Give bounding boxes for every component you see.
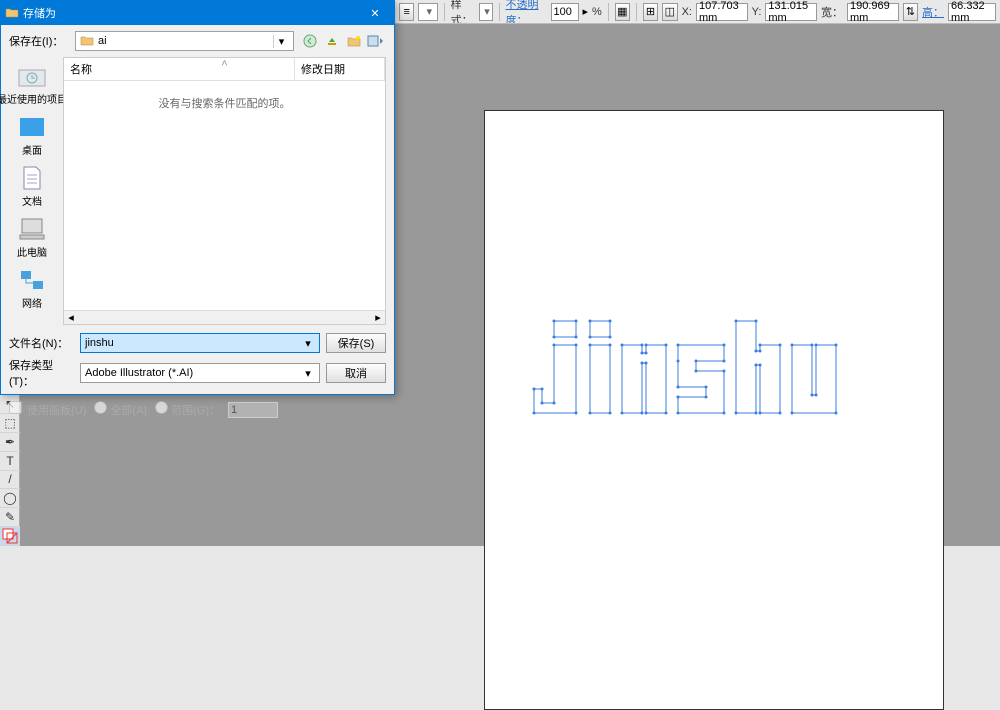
- savein-combo[interactable]: ai ▾: [75, 31, 294, 51]
- up-button[interactable]: [322, 31, 342, 51]
- opacity-stepper-icon[interactable]: ▸: [583, 5, 589, 18]
- opacity-input[interactable]: 100: [551, 3, 579, 21]
- style-label: 样式：: [451, 0, 476, 24]
- filename-label: 文件名(N)：: [9, 335, 74, 351]
- dialog-titlebar[interactable]: 存储为 ✕: [1, 1, 394, 25]
- vector-art-jinshu[interactable]: [520, 319, 920, 479]
- h-label: 高：: [922, 4, 944, 20]
- new-folder-button[interactable]: [344, 31, 364, 51]
- view-menu-button[interactable]: [366, 31, 386, 51]
- x-label: X:: [682, 6, 692, 18]
- folder-icon: [5, 6, 19, 21]
- use-artboard-check[interactable]: 使用画板(U): [9, 401, 86, 418]
- savein-row: 保存在(I)： ai ▾: [1, 25, 394, 57]
- tool-fill-swap[interactable]: [0, 527, 20, 546]
- empty-message: 没有与搜索条件匹配的项。: [64, 81, 385, 125]
- h-input[interactable]: 66.332 mm: [948, 3, 996, 21]
- column-name[interactable]: 名称: [64, 58, 295, 80]
- preset-select[interactable]: ▾: [418, 3, 437, 21]
- savein-value: ai: [98, 35, 273, 47]
- tool-type[interactable]: T: [0, 452, 20, 471]
- sort-indicator-icon: ˄: [221, 58, 227, 70]
- scroll-right-icon[interactable]: ▸: [371, 311, 385, 324]
- cancel-button[interactable]: 取消: [326, 363, 386, 383]
- property-bar: ≡ ▾ 样式： ▾ 不透明度： 100 ▸ % ▦ ⊞ ◫ X: 107.703…: [395, 0, 1000, 24]
- close-button[interactable]: ✕: [360, 1, 390, 25]
- range-radio: 范围(G)：: [155, 401, 220, 418]
- place-network[interactable]: 网络: [14, 265, 50, 312]
- place-recent[interactable]: 最近使用的项目: [0, 61, 69, 108]
- opacity-label: 不透明度：: [505, 0, 546, 24]
- scroll-left-icon[interactable]: ◂: [64, 311, 78, 324]
- transform-icon[interactable]: ⊞: [643, 3, 658, 21]
- chevron-down-icon[interactable]: ▾: [301, 337, 315, 350]
- x-input[interactable]: 107.703 mm: [696, 3, 748, 21]
- y-input[interactable]: 131.015 mm: [765, 3, 817, 21]
- chevron-down-icon[interactable]: ▾: [301, 367, 315, 380]
- w-input[interactable]: 190.969 mm: [847, 3, 899, 21]
- anchor-icon[interactable]: ◫: [662, 3, 677, 21]
- folder-icon: [80, 34, 94, 49]
- all-radio: 全部(A): [94, 401, 147, 418]
- w-label: 宽：: [821, 4, 843, 20]
- places-bar: 最近使用的项目 桌面 文档 此电脑 网络: [1, 57, 63, 325]
- file-list[interactable]: ˄ 名称 修改日期 没有与搜索条件匹配的项。 ◂ ▸: [63, 57, 386, 325]
- filename-input[interactable]: jinshu▾: [80, 333, 320, 353]
- style-select[interactable]: ▾: [479, 3, 493, 21]
- chevron-down-icon[interactable]: ▾: [273, 35, 289, 48]
- savein-label: 保存在(I)：: [9, 33, 69, 49]
- place-thispc[interactable]: 此电脑: [14, 214, 50, 261]
- column-date[interactable]: 修改日期: [295, 58, 385, 80]
- artboard-options: 使用画板(U) 全部(A) 范围(G)：: [1, 397, 394, 422]
- dialog-title: 存储为: [23, 5, 360, 21]
- filetype-select[interactable]: Adobe Illustrator (*.AI)▾: [80, 363, 320, 383]
- tool-shape[interactable]: ◯: [0, 489, 20, 508]
- tool-pen[interactable]: ✒: [0, 433, 20, 452]
- tool-brush[interactable]: ✎: [0, 508, 20, 527]
- place-desktop[interactable]: 桌面: [14, 112, 50, 159]
- save-as-dialog: 存储为 ✕ 保存在(I)： ai ▾ 最近使用的项目 桌面: [0, 0, 395, 395]
- range-input[interactable]: [228, 402, 278, 418]
- link-wh-icon[interactable]: ⇅: [903, 3, 918, 21]
- align-icon[interactable]: ▦: [615, 3, 630, 21]
- place-documents[interactable]: 文档: [14, 163, 50, 210]
- h-scrollbar[interactable]: ◂ ▸: [64, 310, 385, 324]
- doc-setup-icon[interactable]: ≡: [399, 3, 414, 21]
- filetype-label: 保存类型(T)：: [9, 357, 74, 389]
- save-button[interactable]: 保存(S): [326, 333, 386, 353]
- y-label: Y:: [752, 6, 762, 18]
- tool-line[interactable]: /: [0, 471, 20, 490]
- back-button[interactable]: [300, 31, 320, 51]
